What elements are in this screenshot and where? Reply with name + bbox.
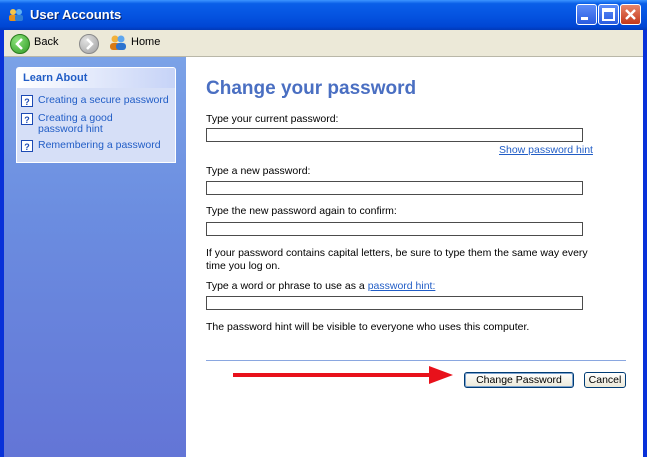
minimize-button[interactable] — [576, 4, 597, 25]
forward-arrow-icon[interactable] — [79, 34, 99, 54]
page-title: Change your password — [206, 78, 417, 99]
maximize-icon — [602, 8, 615, 21]
new-password-field[interactable] — [206, 181, 583, 195]
current-password-label: Type your current password: — [206, 113, 339, 125]
help-icon: ? — [21, 113, 33, 125]
sidebar-item-label[interactable]: Remembering a password — [38, 140, 175, 151]
title-bar[interactable]: User Accounts — [0, 0, 647, 30]
capital-letters-note: If your password contains capital letter… — [206, 247, 588, 272]
content-area: Learn About ? Creating a secure password… — [4, 57, 643, 457]
password-hint-label: Type a word or phrase to use as a passwo… — [206, 280, 436, 292]
show-password-hint-link[interactable]: Show password hint — [499, 144, 593, 157]
learn-about-heading: Learn About — [17, 68, 175, 88]
cancel-button[interactable]: Cancel — [584, 372, 626, 388]
minimize-icon — [581, 17, 588, 20]
close-button[interactable] — [620, 4, 641, 25]
sidebar-item-label[interactable]: Creating a good password hint — [38, 113, 158, 135]
red-arrow-annotation — [233, 366, 453, 384]
user-accounts-home-icon[interactable] — [109, 35, 127, 51]
help-icon: ? — [21, 140, 33, 152]
sidebar-item-label[interactable]: Creating a secure password — [38, 95, 175, 106]
window-title: User Accounts — [30, 7, 122, 22]
password-hint-link[interactable]: password hint: — [368, 280, 436, 292]
learn-about-panel: Learn About ? Creating a secure password… — [16, 67, 176, 163]
confirm-password-label: Type the new password again to confirm: — [206, 205, 397, 217]
close-icon — [625, 9, 636, 20]
back-arrow-icon[interactable] — [10, 34, 30, 54]
back-button[interactable]: Back — [34, 36, 58, 48]
new-password-label: Type a new password: — [206, 165, 311, 177]
home-button[interactable]: Home — [131, 36, 160, 48]
hint-visibility-note: The password hint will be visible to eve… — [206, 321, 530, 333]
current-password-field[interactable] — [206, 128, 583, 142]
task-sidebar: Learn About ? Creating a secure password… — [4, 57, 186, 457]
help-icon: ? — [21, 95, 33, 107]
maximize-button[interactable] — [598, 4, 619, 25]
divider — [206, 360, 626, 361]
confirm-password-field[interactable] — [206, 222, 583, 236]
password-hint-field[interactable] — [206, 296, 583, 310]
navigation-bar: Back Home — [4, 30, 643, 57]
main-panel: Change your password Type your current p… — [186, 57, 643, 457]
user-accounts-window: User Accounts Back Home Learn About ? Cr… — [0, 0, 647, 457]
change-password-button[interactable]: Change Password — [464, 372, 574, 388]
users-icon — [9, 9, 23, 21]
